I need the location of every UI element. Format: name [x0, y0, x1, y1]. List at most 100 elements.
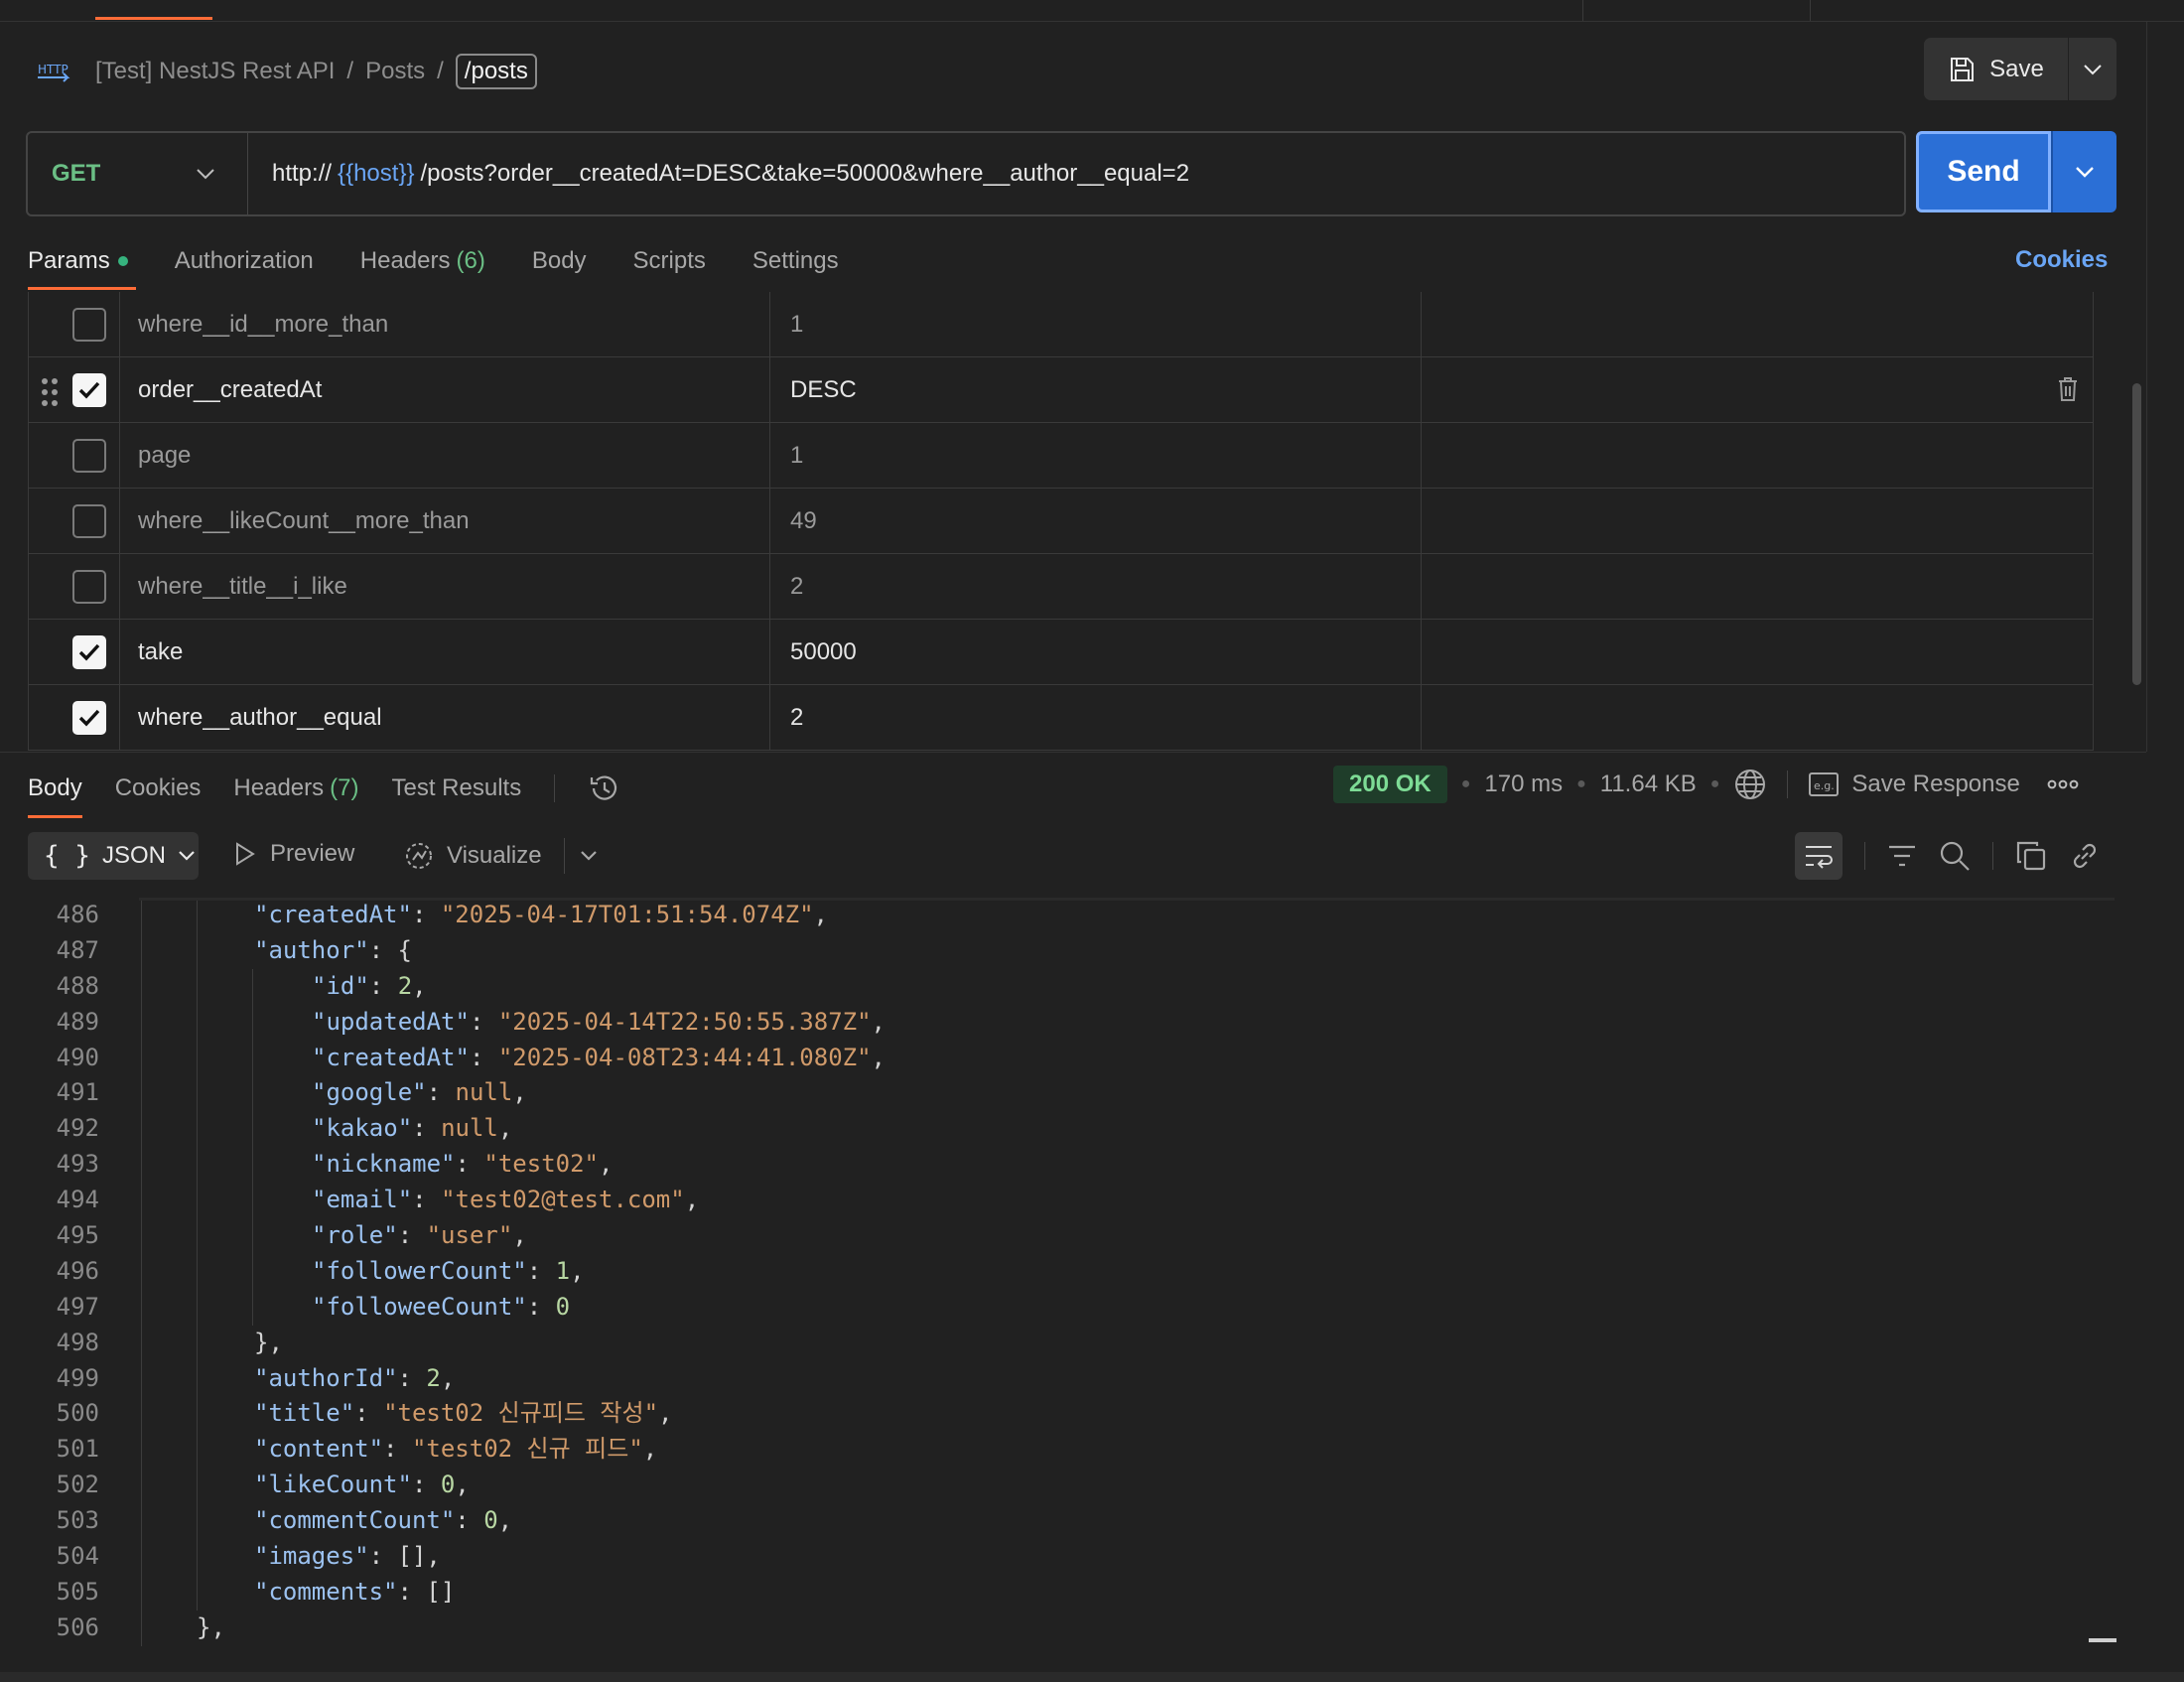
param-key[interactable]: order__createdAt — [120, 357, 770, 422]
param-value[interactable]: 2 — [770, 554, 1422, 619]
tab-scripts[interactable]: Scripts — [633, 236, 706, 286]
param-checkbox[interactable] — [72, 504, 106, 538]
param-description[interactable] — [1422, 620, 2093, 684]
breadcrumb-request-name[interactable]: /posts — [455, 54, 537, 89]
url-variable[interactable]: {{host}} — [338, 160, 414, 187]
param-key[interactable]: where__likeCount__more_than — [120, 489, 770, 553]
link-icon[interactable] — [2069, 840, 2101, 872]
url-path: /posts?order__createdAt=DESC&take=50000&… — [420, 160, 1190, 187]
code-token: : — [397, 1221, 427, 1250]
cookies-link[interactable]: Cookies — [2015, 246, 2108, 274]
code-text: "images": [], — [254, 1539, 441, 1575]
tab-params[interactable]: Params — [28, 236, 136, 290]
send-button[interactable]: Send — [1916, 131, 2051, 212]
param-value[interactable]: 49 — [770, 489, 1422, 553]
globe-icon[interactable] — [1733, 768, 1767, 801]
code-text: }, — [197, 1611, 225, 1646]
param-key[interactable]: where__author__equal — [120, 685, 770, 750]
param-checkbox[interactable] — [72, 701, 106, 735]
param-value[interactable]: 1 — [770, 292, 1422, 356]
param-description[interactable] — [1422, 489, 2093, 553]
preview-button[interactable]: Preview — [234, 840, 354, 868]
method-select[interactable]: GET — [28, 133, 248, 214]
param-key[interactable]: where__id__more_than — [120, 292, 770, 356]
tab-test-results[interactable]: Test Results — [391, 764, 521, 813]
param-value[interactable]: 50000 — [770, 620, 1422, 684]
code-text: "comments": [] — [254, 1575, 455, 1611]
indent-guide — [141, 1396, 142, 1433]
example-icon: e.g. — [1809, 772, 1840, 796]
indent-guide — [252, 1040, 253, 1076]
status-badge[interactable]: 200 OK — [1333, 766, 1447, 803]
tab-body[interactable]: Body — [532, 236, 587, 286]
tab-settings[interactable]: Settings — [752, 236, 839, 286]
param-value[interactable]: DESC — [770, 357, 1422, 422]
param-value[interactable]: 2 — [770, 685, 1422, 750]
code-token: "author" — [254, 935, 369, 964]
visualize-button[interactable]: Visualize — [403, 840, 542, 872]
line-number: 490 — [56, 1043, 99, 1071]
history-icon[interactable] — [588, 771, 621, 805]
more-icon[interactable] — [2046, 778, 2080, 790]
url-input[interactable]: http://{{host}}/posts?order__createdAt=D… — [248, 160, 1189, 188]
divider — [1864, 842, 1865, 870]
code-token: 2 — [397, 971, 413, 1000]
param-key[interactable]: take — [120, 620, 770, 684]
line-number: 492 — [56, 1114, 99, 1143]
response-time[interactable]: 170 ms — [1484, 771, 1563, 798]
trash-icon[interactable] — [2057, 375, 2079, 403]
code-token: , — [412, 971, 427, 1000]
param-description[interactable] — [1422, 357, 2093, 422]
wrap-toggle-button[interactable] — [1795, 832, 1843, 880]
param-key[interactable]: where__title__i_like — [120, 554, 770, 619]
breadcrumb-collection[interactable]: [Test] NestJS Rest API — [95, 58, 335, 85]
param-checkbox[interactable] — [72, 439, 106, 473]
code-token: 1 — [555, 1256, 571, 1285]
tab-headers[interactable]: Headers (6) — [360, 236, 485, 286]
tab-response-cookies[interactable]: Cookies — [115, 764, 202, 813]
code-token: "kakao" — [312, 1114, 413, 1143]
param-value[interactable]: 1 — [770, 423, 1422, 488]
code-token: : — [354, 1399, 384, 1428]
code-token: : — [397, 1363, 427, 1392]
format-select[interactable]: { } JSON — [28, 832, 199, 880]
save-button[interactable]: Save — [1924, 38, 2068, 100]
param-checkbox[interactable] — [72, 570, 106, 604]
param-description[interactable] — [1422, 423, 2093, 488]
save-response-button[interactable]: e.g. Save Response — [1808, 771, 2020, 798]
code-token: "comments" — [254, 1577, 398, 1606]
method-label: GET — [52, 160, 101, 187]
indent-guide — [141, 1183, 142, 1219]
param-description[interactable] — [1422, 554, 2093, 619]
param-checkbox[interactable] — [72, 635, 106, 669]
code-scrollbar[interactable] — [2089, 1638, 2116, 1642]
param-key[interactable]: page — [120, 423, 770, 488]
tab-authorization[interactable]: Authorization — [175, 236, 314, 286]
param-checkbox[interactable] — [72, 308, 106, 342]
save-label: Save — [1989, 55, 2044, 82]
drag-handle-icon[interactable] — [41, 377, 59, 407]
params-scrollbar[interactable] — [2132, 383, 2141, 685]
param-description[interactable] — [1422, 685, 2093, 750]
save-dropdown-button[interactable] — [2068, 38, 2116, 100]
param-checkbox[interactable] — [72, 373, 106, 407]
code-token: : — [469, 1007, 498, 1036]
code-token: : — [411, 901, 441, 928]
pane-divider[interactable] — [0, 752, 2146, 753]
response-body-viewer[interactable]: 486 "createdAt": "2025-04-17T01:51:54.074… — [0, 898, 2116, 1662]
copy-icon[interactable] — [2015, 840, 2047, 872]
indent-guide — [197, 1147, 198, 1184]
filter-icon[interactable] — [1887, 843, 1917, 869]
tab-response-headers[interactable]: Headers (7) — [233, 764, 358, 813]
code-token: "likeCount" — [254, 1471, 412, 1499]
code-line: 504 "images": [], — [0, 1539, 2116, 1575]
response-size[interactable]: 11.64 KB — [1600, 771, 1697, 798]
search-icon[interactable] — [1939, 840, 1971, 872]
indent-guide — [141, 1432, 142, 1469]
send-dropdown-button[interactable] — [2051, 131, 2116, 212]
breadcrumb-folder[interactable]: Posts — [365, 58, 425, 85]
tab-label: Settings — [751, 247, 839, 274]
param-description[interactable] — [1422, 292, 2093, 356]
tab-response-body[interactable]: Body — [28, 764, 82, 818]
visualize-dropdown[interactable] — [564, 838, 613, 874]
